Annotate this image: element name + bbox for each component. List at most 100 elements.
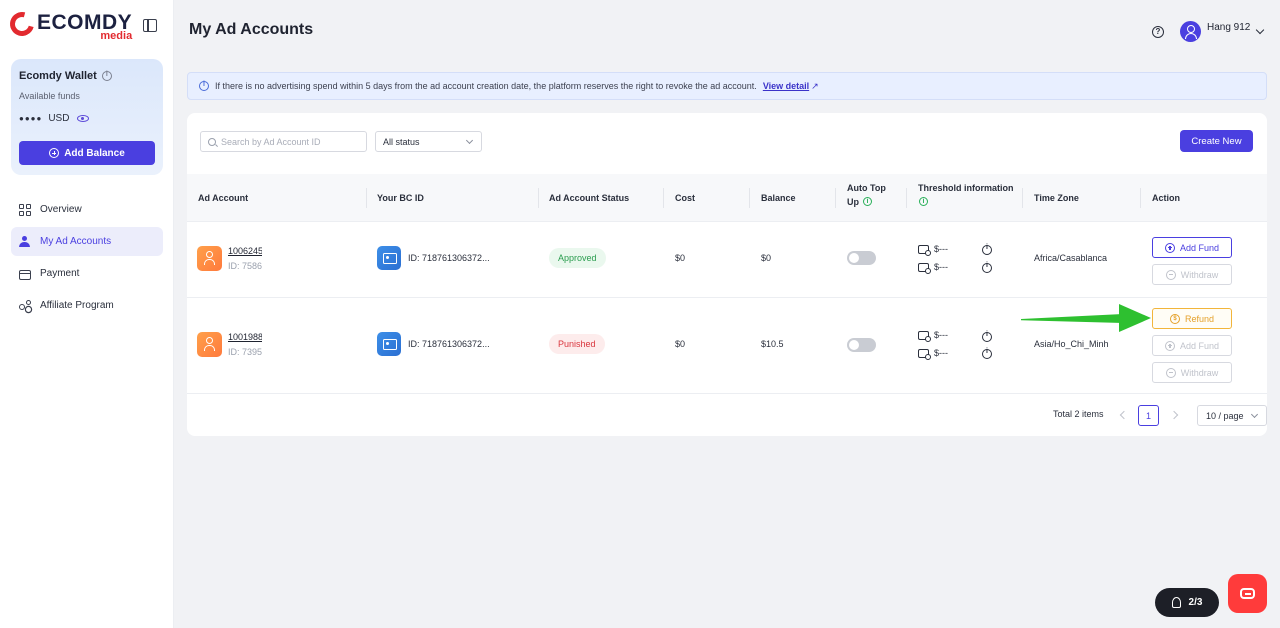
page-size-select[interactable]: 10 / page [1197, 405, 1267, 426]
available-funds-label: Available funds [19, 91, 80, 101]
auto-top-up-toggle[interactable] [847, 251, 876, 265]
table-row: 1006245 ID: 7586 ID: 718761306372... App… [187, 223, 1267, 298]
cost-value: $0 [675, 339, 685, 349]
auto-top-up-info-icon[interactable] [863, 197, 872, 206]
bc-id-card-icon [377, 332, 401, 356]
view-detail-link[interactable]: View detail [763, 81, 809, 91]
sidebar-item-overview[interactable]: Overview [11, 195, 163, 224]
grid-icon [19, 204, 31, 216]
page-title: My Ad Accounts [189, 21, 313, 39]
bc-id: ID: 718761306372... [408, 253, 490, 263]
balance-value: $10.5 [761, 339, 784, 349]
add-balance-button[interactable]: Add Balance [19, 141, 155, 165]
wallet-info-icon[interactable] [102, 71, 112, 81]
info-icon [199, 81, 209, 91]
table-header: Ad Account Your BC ID Ad Account Status … [187, 174, 1267, 222]
auto-top-up-toggle[interactable] [847, 338, 876, 352]
th-threshold: Threshold information [918, 181, 1014, 209]
threshold-value: $--- [934, 348, 948, 358]
bc-id-card-icon [377, 246, 401, 270]
minus-circle-icon [1166, 368, 1176, 378]
threshold-info-icon[interactable] [982, 349, 992, 359]
ad-accounts-card: All status Create New Ad Account Your BC… [187, 113, 1267, 436]
sidebar-item-my-ad-accounts[interactable]: My Ad Accounts [11, 227, 163, 256]
th-action: Action [1152, 191, 1180, 205]
next-page-icon[interactable] [1170, 411, 1178, 419]
search-box[interactable] [200, 131, 367, 152]
refund-button[interactable]: $ Refund [1152, 308, 1232, 329]
wallet-title: Ecomdy Wallet [19, 70, 97, 82]
add-fund-button[interactable]: Add Fund [1152, 237, 1232, 258]
status-select[interactable]: All status [375, 131, 482, 152]
users-icon [19, 236, 31, 248]
sidebar-nav: Overview My Ad Accounts Payment Affiliat… [11, 195, 163, 323]
bc-id: ID: 718761306372... [408, 339, 490, 349]
sidebar-item-label: Payment [40, 268, 79, 279]
th-auto-top-up: Auto Top Up [847, 181, 886, 209]
ecomdy-logo[interactable]: ECOMDY media [10, 12, 132, 42]
threshold-info-icon[interactable] [982, 263, 992, 273]
notice-banner: If there is no advertising spend within … [187, 72, 1267, 100]
sidebar: ECOMDY media Ecomdy Wallet Available fun… [0, 0, 174, 628]
share-icon [19, 300, 31, 312]
pagination-total: Total 2 items [1053, 409, 1104, 419]
threshold-wallet-icon [918, 245, 929, 254]
chat-icon [1240, 588, 1255, 599]
account-avatar-icon [197, 246, 222, 271]
threshold-info-icon[interactable] [919, 197, 928, 206]
threshold-info-icon[interactable] [982, 332, 992, 342]
user-menu[interactable]: Hang 912 [1180, 21, 1263, 42]
table-row: 1001988 ID: 7395 ID: 718761306372... Pun… [187, 298, 1267, 394]
external-link-icon[interactable]: ↗ [811, 81, 819, 92]
sidebar-item-payment[interactable]: Payment [11, 259, 163, 288]
th-ad-account: Ad Account [198, 191, 248, 205]
chat-button[interactable] [1228, 574, 1267, 613]
status-badge: Punished [549, 334, 605, 354]
sidebar-item-affiliate-program[interactable]: Affiliate Program [11, 291, 163, 320]
create-new-button[interactable]: Create New [1180, 130, 1253, 152]
coin-icon: $ [1170, 314, 1180, 324]
sidebar-collapse-icon[interactable] [143, 19, 157, 32]
sidebar-item-label: My Ad Accounts [40, 236, 111, 247]
logo-mark-icon [6, 8, 39, 41]
page-1-button[interactable]: 1 [1138, 405, 1159, 426]
th-timezone: Time Zone [1034, 191, 1079, 205]
minus-circle-icon [1166, 270, 1176, 280]
wallet-currency: USD [48, 113, 69, 124]
chevron-down-icon [1251, 410, 1258, 417]
rocket-icon [1172, 597, 1181, 608]
ad-account-sub-id: ID: 7395 [228, 347, 262, 357]
masked-balance: ●●●● [19, 114, 42, 123]
card-icon [19, 270, 31, 280]
withdraw-button[interactable]: Withdraw [1152, 264, 1232, 285]
add-fund-button[interactable]: Add Fund [1152, 335, 1232, 356]
threshold-value: $--- [934, 244, 948, 254]
status-select-value: All status [383, 137, 420, 147]
chevron-down-icon [1256, 25, 1264, 33]
th-status: Ad Account Status [549, 191, 629, 205]
prev-page-icon[interactable] [1120, 411, 1128, 419]
help-icon[interactable]: ? [1152, 26, 1164, 38]
user-name: Hang 912 [1207, 22, 1250, 33]
threshold-calendar-icon [918, 263, 929, 272]
annotation-arrow-icon [1119, 304, 1151, 332]
sidebar-item-label: Overview [40, 204, 82, 215]
timezone-value: Asia/Ho_Chi_Minh [1034, 339, 1109, 349]
search-icon [208, 138, 216, 146]
eye-icon[interactable] [77, 115, 89, 122]
search-input[interactable] [221, 137, 361, 147]
sidebar-item-label: Affiliate Program [40, 300, 114, 311]
th-balance: Balance [761, 191, 796, 205]
ad-account-id[interactable]: 1006245 [228, 246, 262, 256]
notice-text: If there is no advertising spend within … [215, 81, 757, 91]
plus-circle-icon [1165, 341, 1175, 351]
threshold-wallet-icon [918, 331, 929, 340]
withdraw-button[interactable]: Withdraw [1152, 362, 1232, 383]
account-avatar-icon [197, 332, 222, 357]
onboarding-progress-pill[interactable]: 2/3 [1155, 588, 1219, 617]
ad-account-id[interactable]: 1001988 [228, 332, 262, 342]
threshold-info-icon[interactable] [982, 245, 992, 255]
threshold-calendar-icon [918, 349, 929, 358]
th-cost: Cost [675, 191, 695, 205]
avatar [1180, 21, 1201, 42]
